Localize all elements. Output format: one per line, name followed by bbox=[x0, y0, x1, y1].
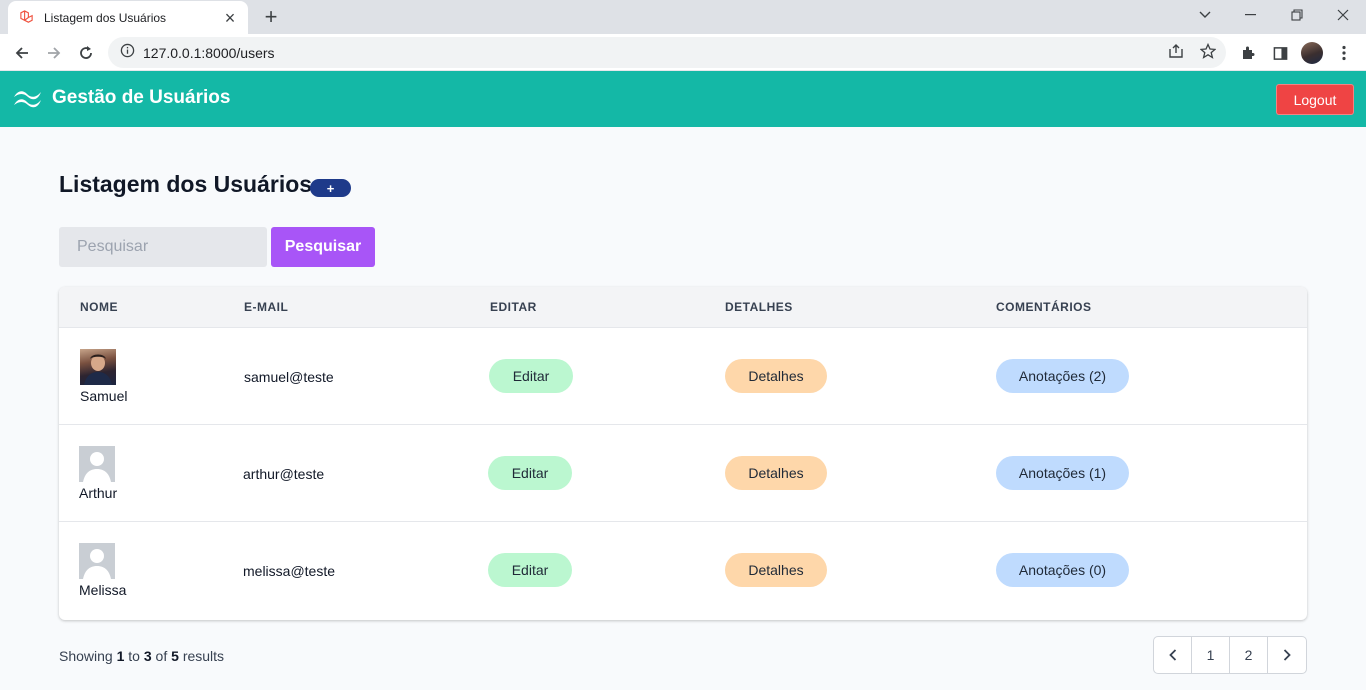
user-avatar bbox=[80, 349, 116, 385]
forward-icon[interactable] bbox=[40, 39, 68, 67]
results-summary: Showing 1 to 3 of 5 results bbox=[59, 648, 224, 664]
column-header-details: DETALHES bbox=[725, 300, 793, 314]
laravel-icon bbox=[18, 10, 34, 26]
details-button[interactable]: Detalhes bbox=[725, 359, 827, 393]
pagination-page-1[interactable]: 1 bbox=[1192, 637, 1230, 673]
user-email: samuel@teste bbox=[244, 369, 334, 385]
profile-avatar[interactable] bbox=[1300, 41, 1324, 65]
browser-tabbar: Listagem dos Usuários × + bbox=[0, 0, 1366, 34]
user-name: Melissa bbox=[79, 582, 127, 598]
edit-button[interactable]: Editar bbox=[488, 553, 572, 587]
browser-toolbar: 127.0.0.1:8000/users bbox=[0, 34, 1366, 71]
user-name: Samuel bbox=[80, 388, 128, 404]
logout-button[interactable]: Logout bbox=[1276, 84, 1354, 115]
notes-button[interactable]: Anotações (2) bbox=[996, 359, 1129, 393]
browser-tab[interactable]: Listagem dos Usuários × bbox=[8, 1, 248, 34]
address-bar[interactable]: 127.0.0.1:8000/users bbox=[108, 37, 1226, 68]
pagination-prev-button[interactable] bbox=[1154, 637, 1192, 673]
summary-total: 5 bbox=[171, 648, 179, 664]
plus-icon[interactable]: + bbox=[258, 4, 284, 30]
edit-button[interactable]: Editar bbox=[489, 359, 573, 393]
restore-icon[interactable] bbox=[1274, 0, 1320, 30]
back-icon[interactable] bbox=[8, 39, 36, 67]
brand[interactable]: Gestão de Usuários bbox=[12, 87, 230, 109]
chevron-right-icon bbox=[1283, 649, 1291, 661]
details-button[interactable]: Detalhes bbox=[725, 456, 827, 490]
user-name: Arthur bbox=[79, 485, 118, 501]
share-icon[interactable] bbox=[1166, 41, 1186, 61]
app-header: Gestão de Usuários Logout bbox=[0, 71, 1366, 127]
tab-title: Listagem dos Usuários bbox=[44, 10, 167, 25]
default-avatar-icon bbox=[79, 543, 115, 579]
close-icon[interactable]: × bbox=[222, 9, 238, 27]
close-window-icon[interactable] bbox=[1320, 0, 1366, 30]
column-header-name: NOME bbox=[80, 300, 118, 314]
user-email: melissa@teste bbox=[243, 563, 336, 579]
pagination-page-2[interactable]: 2 bbox=[1230, 637, 1268, 673]
add-user-button[interactable]: + bbox=[310, 179, 351, 197]
summary-to-word: to bbox=[128, 648, 140, 664]
chevron-left-icon bbox=[1168, 649, 1176, 661]
info-icon[interactable] bbox=[120, 43, 135, 63]
summary-from: 1 bbox=[116, 648, 125, 664]
user-email: arthur@teste bbox=[243, 466, 325, 482]
app-title: Gestão de Usuários bbox=[52, 87, 231, 108]
notes-button[interactable]: Anotações (1) bbox=[996, 456, 1129, 490]
summary-to: 3 bbox=[143, 648, 152, 664]
column-header-comments: COMENTÁRIOS bbox=[996, 300, 1092, 314]
table-row: Samuel samuel@teste Editar Detalhes Anot… bbox=[59, 328, 1307, 425]
users-table: NOME E-MAIL EDITAR DETALHES COMENTÁRIOS … bbox=[59, 287, 1307, 620]
pagination-next-button[interactable] bbox=[1268, 637, 1306, 673]
side-panel-icon[interactable] bbox=[1268, 41, 1292, 65]
table-row: Arthur arthur@teste Editar Detalhes Anot… bbox=[59, 425, 1307, 522]
pagination: 1 2 bbox=[1153, 636, 1307, 674]
summary-prefix: Showing bbox=[59, 648, 113, 664]
details-button[interactable]: Detalhes bbox=[725, 553, 827, 587]
minimize-icon[interactable] bbox=[1228, 0, 1274, 30]
reload-icon[interactable] bbox=[72, 39, 100, 67]
edit-button[interactable]: Editar bbox=[488, 456, 572, 490]
extensions-icon[interactable] bbox=[1236, 41, 1260, 65]
summary-suffix: results bbox=[182, 648, 225, 664]
page-title: Listagem dos Usuários bbox=[59, 171, 313, 197]
menu-icon[interactable] bbox=[1332, 41, 1356, 65]
search-input[interactable] bbox=[59, 227, 267, 267]
column-header-edit: EDITAR bbox=[490, 300, 537, 314]
chevron-down-icon[interactable] bbox=[1182, 0, 1228, 30]
wave-logo-icon bbox=[14, 91, 41, 108]
default-avatar-icon bbox=[79, 446, 115, 482]
star-icon[interactable] bbox=[1198, 41, 1218, 61]
table-header: NOME E-MAIL EDITAR DETALHES COMENTÁRIOS bbox=[59, 287, 1307, 328]
summary-of-word: of bbox=[155, 648, 168, 664]
table-row: Melissa melissa@teste Editar Detalhes An… bbox=[59, 522, 1307, 619]
notes-button[interactable]: Anotações (0) bbox=[996, 553, 1129, 587]
search-button[interactable]: Pesquisar bbox=[271, 227, 375, 267]
url-text: 127.0.0.1:8000/users bbox=[143, 44, 275, 61]
column-header-email: E-MAIL bbox=[244, 300, 289, 314]
